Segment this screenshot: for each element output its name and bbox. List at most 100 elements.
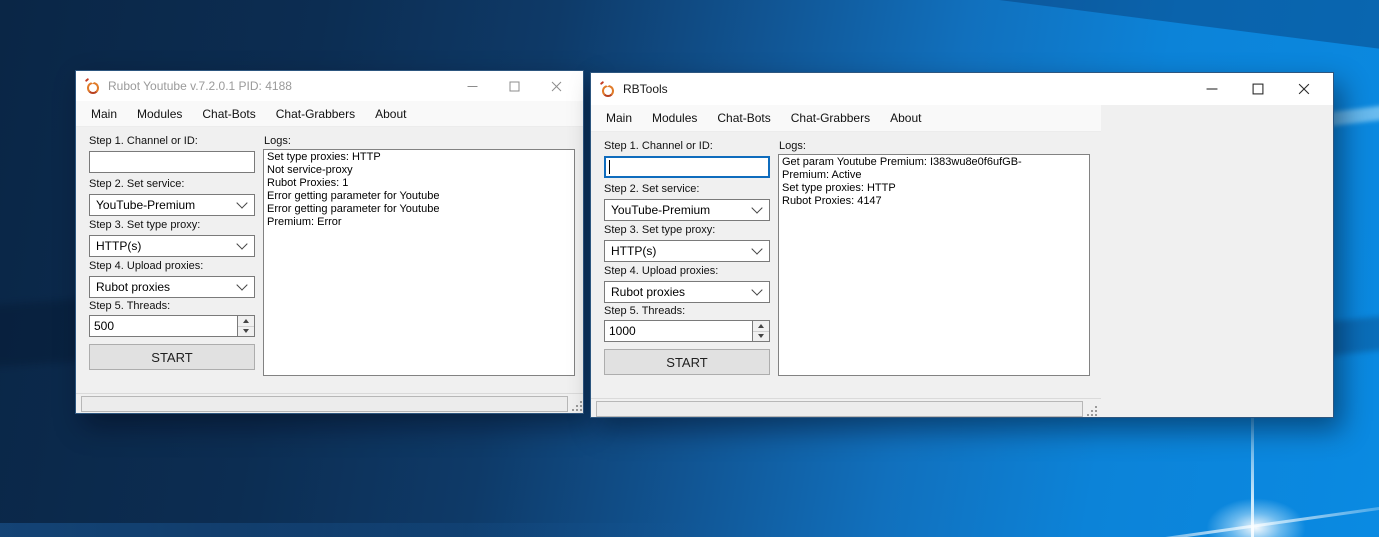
form-content: Step 1. Channel or ID: Step 2. Set servi… [76, 127, 583, 413]
titlebar[interactable]: RBTools [591, 73, 1333, 105]
threads-label: Step 5. Threads: [604, 305, 685, 317]
text-caret [609, 160, 610, 174]
wallpaper-light-line [1251, 412, 1254, 537]
channel-id-label: Step 1. Channel or ID: [89, 135, 198, 147]
close-icon [1298, 83, 1310, 95]
resize-grip[interactable] [571, 399, 583, 411]
progress-bar [596, 401, 1083, 417]
progress-bar [81, 396, 568, 412]
service-select-value: YouTube-Premium [96, 198, 238, 212]
window-title: RBTools [623, 82, 1189, 96]
minimize-icon [467, 81, 478, 92]
log-line: Error getting parameter for Youtube [267, 190, 571, 203]
proxy-type-label: Step 3. Set type proxy: [604, 224, 715, 236]
desktop: Rubot Youtube v.7.2.0.1 PID: 4188 Main M… [0, 0, 1379, 537]
menu-item-chat-bots[interactable]: Chat-Bots [192, 107, 265, 121]
caption-buttons [1189, 73, 1333, 105]
service-label: Step 2. Set service: [89, 178, 184, 190]
menu-item-main[interactable]: Main [596, 111, 642, 125]
chevron-down-icon [236, 279, 247, 290]
threads-value: 1000 [605, 321, 752, 341]
window-rbtools: RBTools Main Modules Chat-Bots Chat-Grab… [590, 72, 1334, 418]
proxy-type-select[interactable]: HTTP(s) [604, 240, 770, 262]
menu-item-chat-grabbers[interactable]: Chat-Grabbers [266, 107, 365, 121]
maximize-button[interactable] [1235, 73, 1281, 105]
form-content: Step 1. Channel or ID: Step 2. Set servi… [591, 132, 1333, 417]
menu-item-modules[interactable]: Modules [127, 107, 192, 121]
status-divider [591, 398, 1101, 399]
menu-bar: Main Modules Chat-Bots Chat-Grabbers Abo… [76, 101, 583, 127]
logs-box[interactable]: Set type proxies: HTTPNot service-proxyR… [263, 149, 575, 376]
threads-label: Step 5. Threads: [89, 300, 170, 312]
resize-grip[interactable] [1086, 404, 1098, 416]
service-select[interactable]: YouTube-Premium [604, 199, 770, 221]
chevron-down-icon [751, 202, 762, 213]
spin-up-button[interactable] [238, 316, 254, 326]
chevron-down-icon [751, 284, 762, 295]
proxy-type-select-value: HTTP(s) [611, 244, 753, 258]
logs-label: Logs: [779, 140, 806, 152]
log-line: Not service-proxy [267, 164, 571, 177]
stepper-buttons [237, 316, 254, 336]
start-button[interactable]: START [89, 344, 255, 370]
service-label: Step 2. Set service: [604, 183, 699, 195]
threads-value: 500 [90, 316, 237, 336]
spin-down-icon [758, 334, 764, 338]
threads-stepper[interactable]: 500 [89, 315, 255, 337]
spin-down-button[interactable] [238, 326, 254, 337]
proxy-type-select[interactable]: HTTP(s) [89, 235, 255, 257]
close-button[interactable] [535, 71, 577, 101]
close-icon [551, 81, 562, 92]
log-line: Error getting parameter for Youtube [267, 203, 571, 216]
menu-item-main[interactable]: Main [81, 107, 127, 121]
spin-up-icon [758, 324, 764, 328]
close-button[interactable] [1281, 73, 1327, 105]
menu-item-about[interactable]: About [365, 107, 416, 121]
stepper-buttons [752, 321, 769, 341]
proxy-type-label: Step 3. Set type proxy: [89, 219, 200, 231]
resize-grip-icon [1086, 405, 1098, 417]
channel-id-input[interactable] [89, 151, 255, 173]
log-line: Rubot Proxies: 1 [267, 177, 571, 190]
maximize-icon [509, 81, 520, 92]
upload-proxies-label: Step 4. Upload proxies: [604, 265, 718, 277]
channel-id-input[interactable] [604, 156, 770, 178]
resize-grip-icon [571, 400, 583, 412]
upload-proxies-select[interactable]: Rubot proxies [89, 276, 255, 298]
proxy-type-select-value: HTTP(s) [96, 239, 238, 253]
menu-item-about[interactable]: About [880, 111, 931, 125]
upload-proxies-select[interactable]: Rubot proxies [604, 281, 770, 303]
start-button[interactable]: START [604, 349, 770, 375]
chevron-down-icon [236, 197, 247, 208]
logs-box[interactable]: Get param Youtube Premium: I383wu8e0f6uf… [778, 154, 1090, 376]
titlebar[interactable]: Rubot Youtube v.7.2.0.1 PID: 4188 [76, 71, 583, 101]
service-select[interactable]: YouTube-Premium [89, 194, 255, 216]
spin-down-button[interactable] [753, 331, 769, 342]
menu-item-modules[interactable]: Modules [642, 111, 707, 125]
spin-down-icon [243, 329, 249, 333]
minimize-icon [1206, 83, 1218, 95]
upload-proxies-label: Step 4. Upload proxies: [89, 260, 203, 272]
channel-id-label: Step 1. Channel or ID: [604, 140, 713, 152]
threads-stepper[interactable]: 1000 [604, 320, 770, 342]
menu-item-chat-grabbers[interactable]: Chat-Grabbers [781, 111, 880, 125]
service-select-value: YouTube-Premium [611, 203, 753, 217]
log-line: Set type proxies: HTTP [267, 151, 571, 164]
app-logo-icon [600, 82, 615, 97]
menu-item-chat-bots[interactable]: Chat-Bots [707, 111, 780, 125]
window-title: Rubot Youtube v.7.2.0.1 PID: 4188 [108, 79, 451, 93]
minimize-button[interactable] [451, 71, 493, 101]
menu-bar: Main Modules Chat-Bots Chat-Grabbers Abo… [591, 105, 1101, 132]
maximize-icon [1252, 83, 1264, 95]
log-line: Premium: Error [267, 216, 571, 229]
caption-buttons [451, 71, 583, 101]
chevron-down-icon [236, 238, 247, 249]
upload-proxies-select-value: Rubot proxies [96, 280, 238, 294]
minimize-button[interactable] [1189, 73, 1235, 105]
log-line: Premium: Active [782, 169, 1086, 182]
logs-label: Logs: [264, 135, 291, 147]
maximize-button[interactable] [493, 71, 535, 101]
window-rubot-youtube: Rubot Youtube v.7.2.0.1 PID: 4188 Main M… [75, 70, 584, 414]
log-line: Set type proxies: HTTP [782, 182, 1086, 195]
spin-up-button[interactable] [753, 321, 769, 331]
